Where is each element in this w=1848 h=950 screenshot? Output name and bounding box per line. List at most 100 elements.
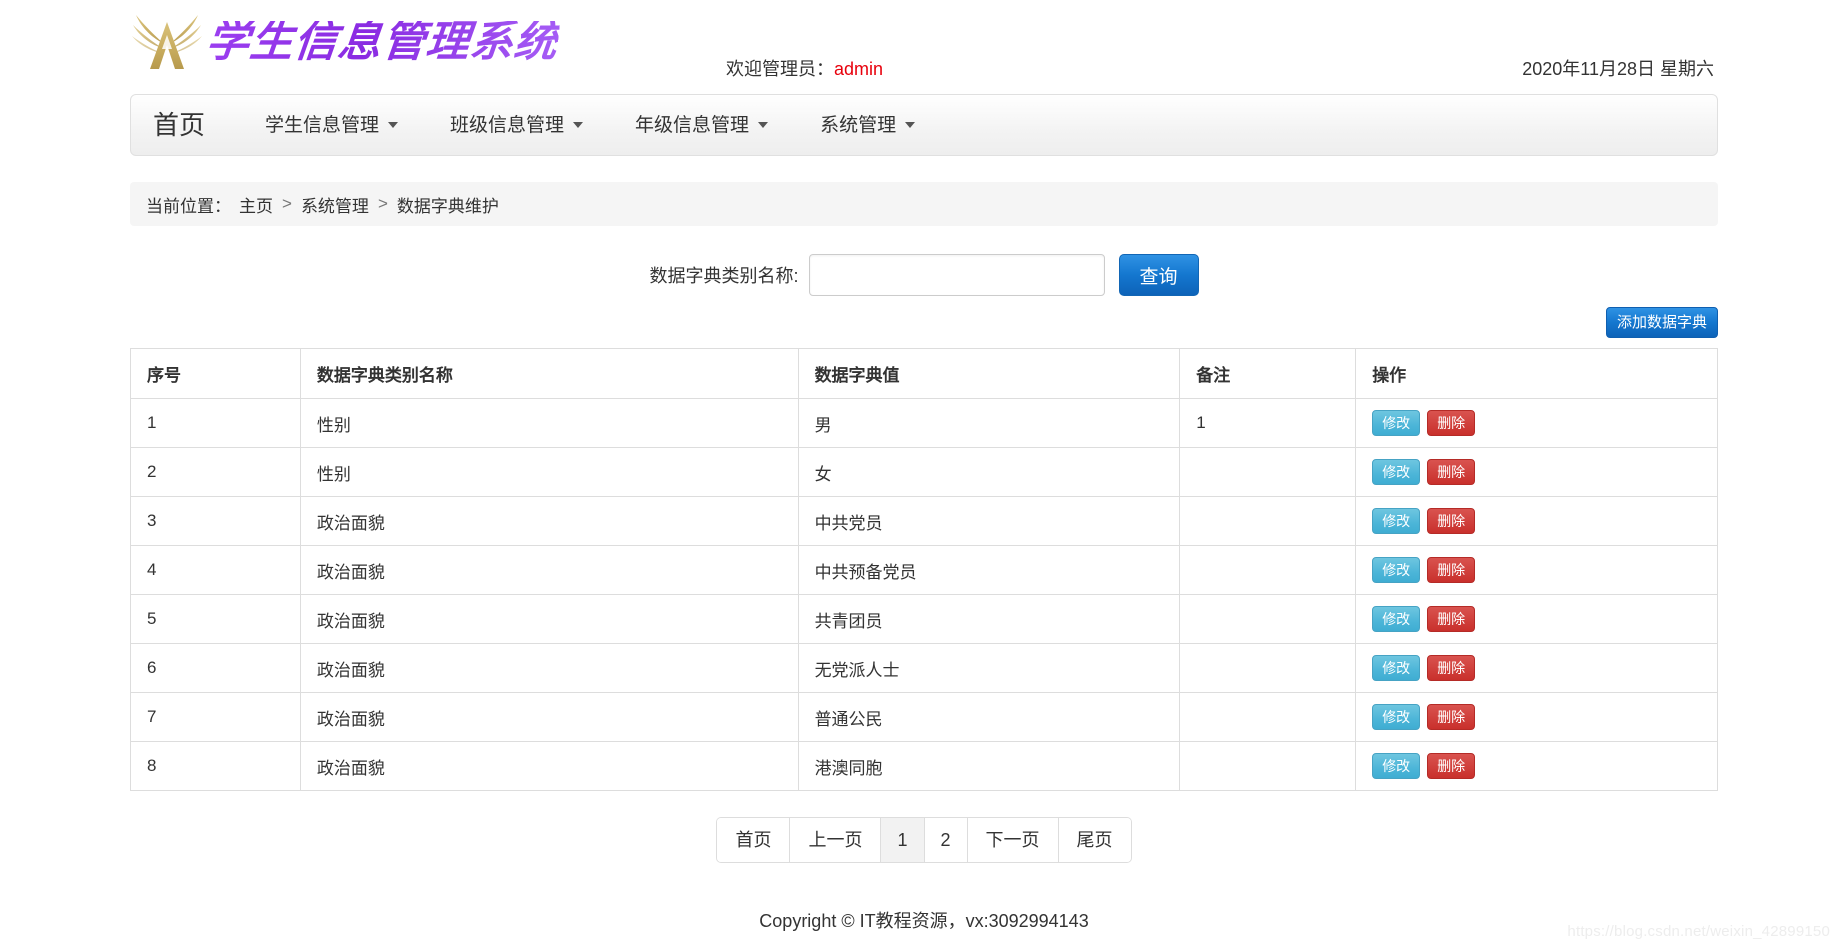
query-button[interactable]: 查询 — [1118, 254, 1199, 296]
cell-value: 无党派人士 — [797, 643, 1181, 693]
nav-item-class-info[interactable]: 班级信息管理 — [424, 116, 609, 135]
cell-index: 1 — [130, 398, 301, 448]
cell-memo — [1179, 741, 1357, 791]
watermark: https://blog.csdn.net/weixin_42899150 — [1567, 923, 1830, 940]
nav-item-grade-info[interactable]: 年级信息管理 — [609, 116, 794, 135]
site-title: 学生信息管理系统 — [203, 16, 561, 67]
cell-memo — [1179, 594, 1357, 644]
pagination-next[interactable]: 下一页 — [967, 818, 1059, 862]
add-data-dictionary-button[interactable]: 添加数据字典 — [1605, 306, 1718, 338]
edit-button[interactable]: 修改 — [1372, 508, 1421, 534]
cell-value: 中共党员 — [797, 496, 1181, 546]
cell-value: 共青团员 — [797, 594, 1181, 644]
cell-value: 女 — [797, 447, 1181, 497]
data-dictionary-table: 序号 数据字典类别名称 数据字典值 备注 操作 1 性别 男 1 修改 删除 2… — [130, 348, 1718, 791]
edit-button[interactable]: 修改 — [1372, 606, 1421, 632]
column-header-category-name: 数据字典类别名称 — [299, 348, 799, 399]
nav-item-label: 年级信息管理 — [635, 114, 750, 136]
table-row: 1 性别 男 1 修改 删除 — [130, 398, 1718, 448]
edit-button[interactable]: 修改 — [1372, 704, 1421, 730]
table-row: 2 性别 女 修改 删除 — [130, 447, 1718, 497]
column-header-index: 序号 — [130, 348, 301, 399]
nav-item-system-mgmt[interactable]: 系统管理 — [794, 116, 941, 135]
cell-category-name: 政治面貌 — [299, 545, 799, 595]
table-row: 3 政治面貌 中共党员 修改 删除 — [130, 496, 1718, 546]
edit-button[interactable]: 修改 — [1372, 459, 1421, 485]
brand[interactable]: 学生信息管理系统 — [130, 2, 561, 82]
pagination-page-1[interactable]: 1 — [881, 818, 925, 862]
table-head: 序号 数据字典类别名称 数据字典值 备注 操作 — [130, 348, 1718, 399]
cell-actions: 修改 删除 — [1355, 741, 1718, 791]
nav-item-student-info[interactable]: 学生信息管理 — [239, 116, 424, 135]
cell-actions: 修改 删除 — [1355, 496, 1718, 546]
pagination-page-2[interactable]: 2 — [924, 818, 968, 862]
column-header-memo: 备注 — [1179, 348, 1357, 399]
delete-button[interactable]: 删除 — [1427, 655, 1476, 681]
cell-category-name: 政治面貌 — [299, 594, 799, 644]
cell-value: 男 — [797, 398, 1181, 448]
table-toolbar: 添加数据字典 — [130, 304, 1718, 340]
cell-category-name: 政治面貌 — [299, 496, 799, 546]
cell-actions: 修改 删除 — [1355, 594, 1718, 644]
cell-category-name: 性别 — [299, 447, 799, 497]
chevron-down-icon — [905, 122, 916, 128]
delete-button[interactable]: 删除 — [1427, 410, 1476, 436]
breadcrumb-item-system[interactable]: 系统管理 — [301, 192, 369, 217]
table-row: 4 政治面貌 中共预备党员 修改 删除 — [130, 545, 1718, 595]
breadcrumb-label: 当前位置： — [146, 196, 231, 216]
cell-memo — [1179, 692, 1357, 742]
column-header-actions: 操作 — [1355, 348, 1718, 399]
site-header: 学生信息管理系统 欢迎管理员：admin 2020年11月28日 星期六 — [130, 0, 1718, 90]
table-row: 8 政治面貌 港澳同胞 修改 删除 — [130, 741, 1718, 791]
breadcrumb: 当前位置： 主页 > 系统管理 > 数据字典维护 — [130, 182, 1718, 226]
pagination: 首页 上一页 1 2 下一页 尾页 — [716, 817, 1132, 863]
breadcrumb-item-current: 数据字典维护 — [396, 196, 499, 216]
table-row: 7 政治面貌 普通公民 修改 删除 — [130, 692, 1718, 742]
nav-item-list: 学生信息管理 班级信息管理 年级信息管理 系统管理 — [239, 116, 941, 135]
welcome-message: 欢迎管理员：admin — [726, 55, 883, 81]
edit-button[interactable]: 修改 — [1372, 557, 1421, 583]
search-input[interactable] — [808, 254, 1105, 296]
nav-item-home[interactable]: 首页 — [153, 112, 223, 138]
search-bar: 数据字典类别名称: 查询 — [130, 250, 1718, 300]
cell-actions: 修改 删除 — [1355, 643, 1718, 693]
delete-button[interactable]: 删除 — [1427, 753, 1476, 779]
table-row: 5 政治面貌 共青团员 修改 删除 — [130, 594, 1718, 644]
pagination-first[interactable]: 首页 — [717, 818, 791, 862]
table-header-row: 序号 数据字典类别名称 数据字典值 备注 操作 — [130, 348, 1718, 399]
cell-actions: 修改 删除 — [1355, 398, 1718, 448]
welcome-prefix: 欢迎管理员： — [726, 59, 834, 79]
cell-index: 8 — [130, 741, 301, 791]
main-navbar: 首页 学生信息管理 班级信息管理 年级信息管理 系统管理 — [130, 94, 1718, 156]
site-footer: Copyright © IT教程资源，vx:3092994143 — [759, 911, 1089, 931]
delete-button[interactable]: 删除 — [1427, 508, 1476, 534]
cell-actions: 修改 删除 — [1355, 447, 1718, 497]
cell-memo — [1179, 545, 1357, 595]
column-header-value: 数据字典值 — [797, 348, 1181, 399]
page-root: 学生信息管理系统 欢迎管理员：admin 2020年11月28日 星期六 首页 … — [0, 0, 1848, 950]
winged-mountain-emblem-icon — [132, 15, 202, 69]
edit-button[interactable]: 修改 — [1372, 410, 1421, 436]
edit-button[interactable]: 修改 — [1372, 655, 1421, 681]
breadcrumb-item-home[interactable]: 主页 — [239, 192, 273, 217]
cell-actions: 修改 删除 — [1355, 692, 1718, 742]
cell-value: 港澳同胞 — [797, 741, 1181, 791]
delete-button[interactable]: 删除 — [1427, 557, 1476, 583]
cell-index: 4 — [130, 545, 301, 595]
cell-category-name: 政治面貌 — [299, 741, 799, 791]
search-label: 数据字典类别名称: — [649, 266, 799, 286]
pagination-last[interactable]: 尾页 — [1058, 818, 1131, 862]
cell-value: 普通公民 — [797, 692, 1181, 742]
nav-item-label: 系统管理 — [820, 114, 897, 136]
edit-button[interactable]: 修改 — [1372, 753, 1421, 779]
delete-button[interactable]: 删除 — [1427, 606, 1476, 632]
delete-button[interactable]: 删除 — [1427, 459, 1476, 485]
delete-button[interactable]: 删除 — [1427, 704, 1476, 730]
page-container: 学生信息管理系统 欢迎管理员：admin 2020年11月28日 星期六 首页 … — [130, 0, 1718, 933]
pagination-prev[interactable]: 上一页 — [790, 818, 882, 862]
pagination-wrapper: 首页 上一页 1 2 下一页 尾页 — [130, 817, 1718, 863]
cell-value: 中共预备党员 — [797, 545, 1181, 595]
cell-memo — [1179, 643, 1357, 693]
cell-index: 7 — [130, 692, 301, 742]
cell-memo — [1179, 447, 1357, 497]
